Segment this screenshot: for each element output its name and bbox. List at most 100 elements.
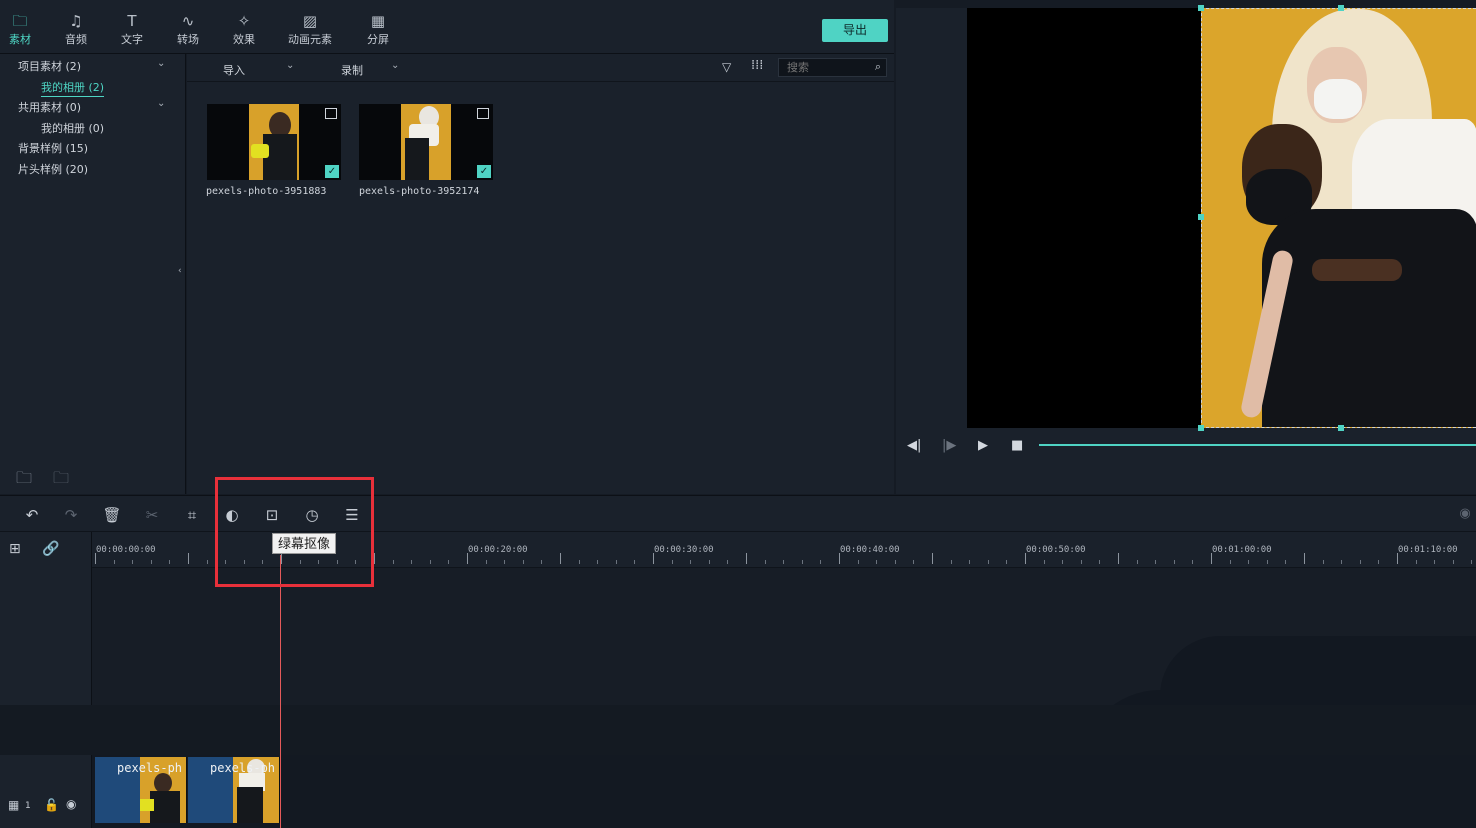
video-track[interactable] (92, 755, 1476, 828)
ruler-tick (374, 553, 375, 564)
ruler-tick (913, 560, 915, 564)
undo-icon[interactable]: ↶ (21, 506, 43, 524)
effects-icon: ✧ (237, 12, 251, 30)
ruler-tick (653, 553, 654, 564)
delete-folder-icon[interactable]: 🗀 (53, 467, 69, 494)
sidebar-item-shared-album[interactable]: 我的相册 (0) (41, 120, 104, 136)
sidebar-item-my-album[interactable]: 我的相册 (2) (41, 79, 105, 97)
ruler-tick (950, 560, 952, 564)
sidebar-item-backgrounds[interactable]: 背景样例 (15) (18, 140, 88, 156)
ruler-tick (1415, 560, 1417, 564)
redo-icon[interactable]: ↷ (60, 506, 82, 524)
search-icon[interactable]: ⌕ (875, 60, 881, 74)
highlight-annotation (215, 477, 374, 587)
resize-handle[interactable] (1338, 425, 1344, 431)
ruler-tick (839, 553, 840, 564)
ruler-tick (1099, 560, 1101, 564)
import-button[interactable]: 导入 (223, 62, 245, 78)
ruler-tick (1322, 560, 1324, 564)
timecode-label: 00:00:20:00 (468, 545, 528, 555)
ruler-tick (801, 560, 803, 564)
ruler-tick (1136, 560, 1138, 564)
checkmark-icon[interactable]: ✓ (477, 165, 491, 178)
tab-audio[interactable]: ♫ 音频 (48, 12, 104, 47)
eye-icon[interactable]: ◉ (66, 797, 76, 811)
ruler-tick (1062, 560, 1064, 564)
tab-split-screen[interactable]: ▦ 分屏 (350, 12, 406, 47)
tab-split-screen-label: 分屏 (367, 33, 389, 46)
transition-icon: ∿ (181, 12, 195, 30)
stop-icon[interactable]: ■ (1011, 438, 1023, 453)
ruler-tick (504, 560, 506, 564)
sidebar-item-project-media[interactable]: 项目素材 (2) (18, 58, 81, 74)
timeline-clip[interactable]: pexels-ph (188, 757, 280, 823)
tab-effects[interactable]: ✧ 效果 (216, 12, 272, 47)
preview-canvas (967, 8, 1201, 428)
playback-progress[interactable] (1039, 444, 1476, 446)
media-thumbnail-1[interactable]: ✓ (207, 104, 341, 180)
sidebar-item-intros[interactable]: 片头样例 (20) (18, 161, 88, 177)
tab-elements[interactable]: ▨ 动画元素 (280, 12, 340, 47)
render-icon[interactable]: ◉ (1454, 506, 1476, 521)
export-button[interactable]: 导出 (822, 19, 888, 42)
lock-icon[interactable]: 🔓 (44, 798, 59, 812)
cut-icon[interactable]: ✂ (141, 506, 163, 524)
clip-label: pexels-ph (210, 761, 276, 775)
filter-icon[interactable]: ▽ (722, 60, 731, 74)
crop-icon[interactable]: ⌗ (181, 506, 203, 524)
timecode-label: 00:01:10:00 (1398, 545, 1458, 555)
preview-image[interactable] (1201, 8, 1476, 428)
ruler-tick (448, 560, 450, 564)
ruler-tick (969, 560, 971, 564)
resize-handle[interactable] (1338, 5, 1344, 11)
ruler-tick (727, 560, 729, 564)
tab-text[interactable]: T 文字 (104, 12, 160, 47)
resize-handle[interactable] (1198, 425, 1204, 431)
chevron-down-icon[interactable]: ⌄ (391, 60, 399, 71)
sidebar-item-shared-media[interactable]: 共用素材 (0) (18, 99, 81, 115)
resize-handle[interactable] (1198, 5, 1204, 11)
search-box[interactable]: ⌕ (778, 58, 887, 77)
tab-transition[interactable]: ∿ 转场 (160, 12, 216, 47)
grid-view-icon[interactable]: ⁞⁞⁞ (751, 58, 763, 73)
resize-handle[interactable] (1198, 214, 1204, 220)
chevron-down-icon[interactable]: ⌄ (157, 98, 165, 109)
ruler-tick (150, 560, 152, 564)
record-button[interactable]: 录制 (341, 62, 363, 78)
ruler-tick (894, 560, 896, 564)
ruler-tick (95, 553, 96, 564)
ruler-tick (783, 560, 785, 564)
ruler-tick (1248, 560, 1250, 564)
ruler-tick (578, 560, 580, 564)
collapse-sidebar-icon[interactable]: ‹ (178, 266, 182, 276)
ruler-tick (411, 560, 413, 564)
chevron-down-icon[interactable]: ⌄ (157, 58, 165, 69)
add-track-icon[interactable]: ⊞ (9, 541, 21, 557)
video-track-icon: ▦ (8, 798, 20, 812)
image-type-icon (325, 108, 337, 119)
ruler-tick (522, 560, 524, 564)
link-icon[interactable]: 🔗 (42, 541, 59, 557)
tab-elements-label: 动画元素 (288, 33, 332, 46)
tab-media[interactable]: 🗀 素材 (0, 12, 48, 47)
search-input[interactable] (779, 59, 859, 76)
delete-icon[interactable]: 🗑 (101, 506, 123, 524)
ruler-tick (188, 553, 189, 564)
ruler-tick (1043, 560, 1045, 564)
previous-frame-icon[interactable]: ◀| (907, 438, 921, 453)
media-item-name: pexels-photo-3951883 (206, 186, 327, 197)
split-screen-icon: ▦ (370, 12, 386, 30)
new-folder-icon[interactable]: 🗀 (16, 467, 32, 494)
timeline-track-band (0, 705, 1476, 755)
playhead[interactable] (280, 555, 281, 828)
chevron-down-icon[interactable]: ⌄ (286, 60, 294, 71)
timecode-label: 00:00:50:00 (1026, 545, 1086, 555)
timeline-clip[interactable]: pexels-ph (95, 757, 187, 823)
next-frame-icon[interactable]: |▶ (942, 438, 956, 453)
ruler-tick (1304, 553, 1305, 564)
play-icon[interactable]: ▶ (978, 438, 988, 453)
ruler-tick (690, 560, 692, 564)
media-thumbnail-2[interactable]: ✓ (359, 104, 493, 180)
checkmark-icon[interactable]: ✓ (325, 165, 339, 178)
elements-icon: ▨ (302, 12, 318, 30)
